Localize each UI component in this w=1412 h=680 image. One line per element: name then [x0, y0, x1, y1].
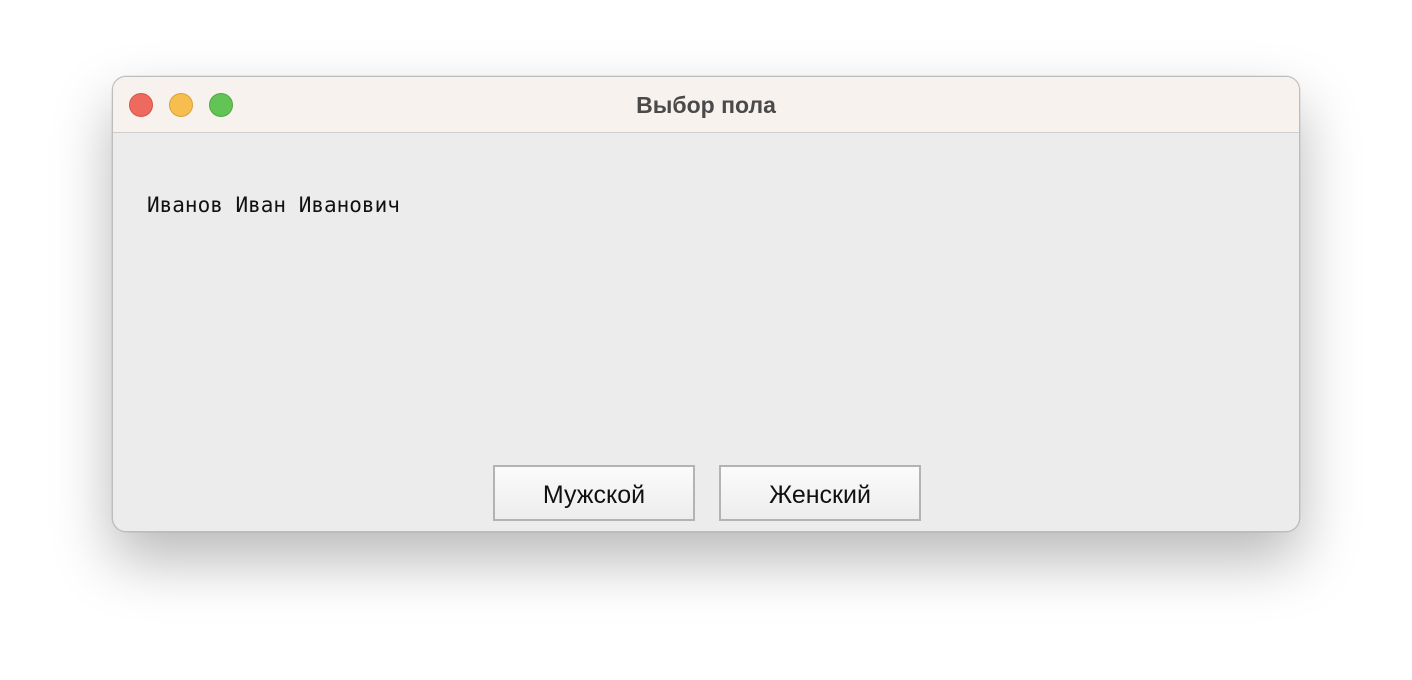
- person-name-label: Иванов Иван Иванович: [147, 193, 400, 217]
- dialog-window: Выбор пола Иванов Иван Иванович Мужской …: [112, 76, 1300, 532]
- male-button[interactable]: Мужской: [493, 465, 695, 521]
- title-bar[interactable]: Выбор пола: [113, 77, 1299, 133]
- dialog-content: Иванов Иван Иванович Мужской Женский: [113, 133, 1299, 531]
- window-title: Выбор пола: [636, 92, 776, 118]
- female-button[interactable]: Женский: [719, 465, 921, 521]
